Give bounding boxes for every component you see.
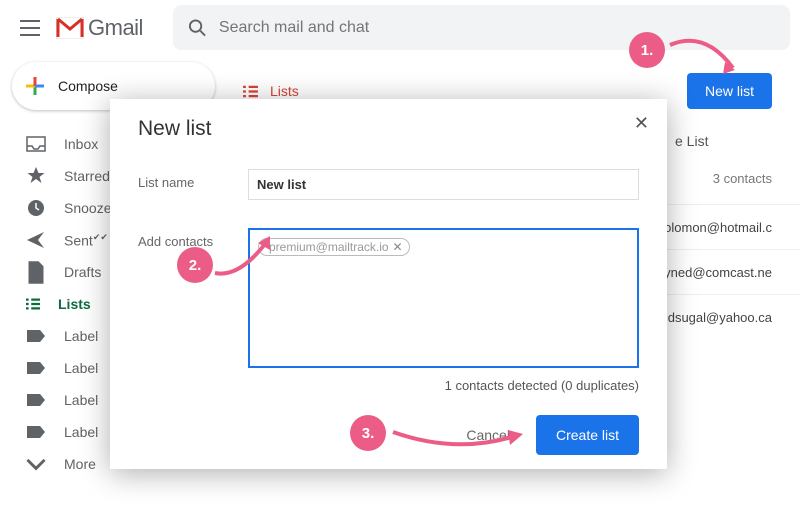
- listname-input[interactable]: [248, 169, 639, 200]
- new-list-modal: New list ✕ List name Add contacts premiu…: [110, 99, 667, 469]
- list-icon: [243, 85, 258, 98]
- annotation-1: 1.: [629, 32, 665, 68]
- compose-label: Compose: [58, 78, 118, 94]
- annotation-bubble: 1.: [629, 32, 665, 68]
- annotation-2: 2.: [177, 247, 213, 283]
- sidebar-label: Starred: [64, 168, 110, 184]
- annotation-1-arrow: [665, 30, 745, 90]
- sidebar-label: Label: [64, 328, 98, 344]
- sidebar-label: Lists: [58, 296, 91, 312]
- sidebar-label: Inbox: [64, 136, 98, 152]
- lists-header[interactable]: Lists: [243, 83, 299, 99]
- list-name-title: e List: [655, 133, 800, 149]
- annotation-2-arrow: [210, 228, 285, 288]
- contact-email: solomon@hotmail.c: [658, 220, 772, 235]
- close-icon[interactable]: ✕: [634, 113, 649, 134]
- star-icon: [26, 166, 46, 186]
- lists-header-text: Lists: [270, 83, 299, 99]
- sidebar-label: Sent✔✔: [64, 232, 108, 249]
- inbox-icon: [26, 136, 46, 152]
- modal-title: New list: [138, 117, 639, 141]
- sidebar-label: Drafts: [64, 264, 101, 280]
- chip-remove-icon[interactable]: ✕: [393, 240, 403, 254]
- create-list-button[interactable]: Create list: [536, 415, 639, 455]
- chevron-down-icon: [26, 457, 46, 471]
- gmail-logo[interactable]: Gmail: [56, 15, 143, 41]
- detected-text: 1 contacts detected (0 duplicates): [138, 378, 639, 393]
- label-icon: [26, 361, 46, 375]
- clock-icon: [26, 198, 46, 218]
- search-icon: [188, 18, 207, 38]
- sidebar-label: Label: [64, 392, 98, 408]
- annotation-3-arrow: [388, 420, 533, 460]
- label-icon: [26, 425, 46, 439]
- plus-icon: [24, 75, 46, 97]
- chip-email: premium@mailtrack.io: [269, 240, 389, 254]
- annotation-bubble: 2.: [177, 247, 213, 283]
- annotation-bubble: 3.: [350, 415, 386, 451]
- logo-text: Gmail: [88, 15, 143, 41]
- file-icon: [26, 260, 46, 285]
- sidebar-label: More: [64, 456, 96, 472]
- annotation-3: 3.: [350, 415, 386, 451]
- contact-email: dsugal@yahoo.ca: [668, 310, 772, 325]
- contact-email: payned@comcast.ne: [650, 265, 772, 280]
- contacts-input[interactable]: premium@mailtrack.io ✕: [248, 228, 639, 368]
- label-icon: [26, 329, 46, 343]
- sidebar-label: Label: [64, 360, 98, 376]
- list-icon: [26, 297, 40, 311]
- label-icon: [26, 393, 46, 407]
- hamburger-menu-icon[interactable]: [10, 8, 50, 48]
- send-icon: [26, 230, 46, 250]
- sidebar-label: Label: [64, 424, 98, 440]
- listname-label: List name: [138, 169, 248, 190]
